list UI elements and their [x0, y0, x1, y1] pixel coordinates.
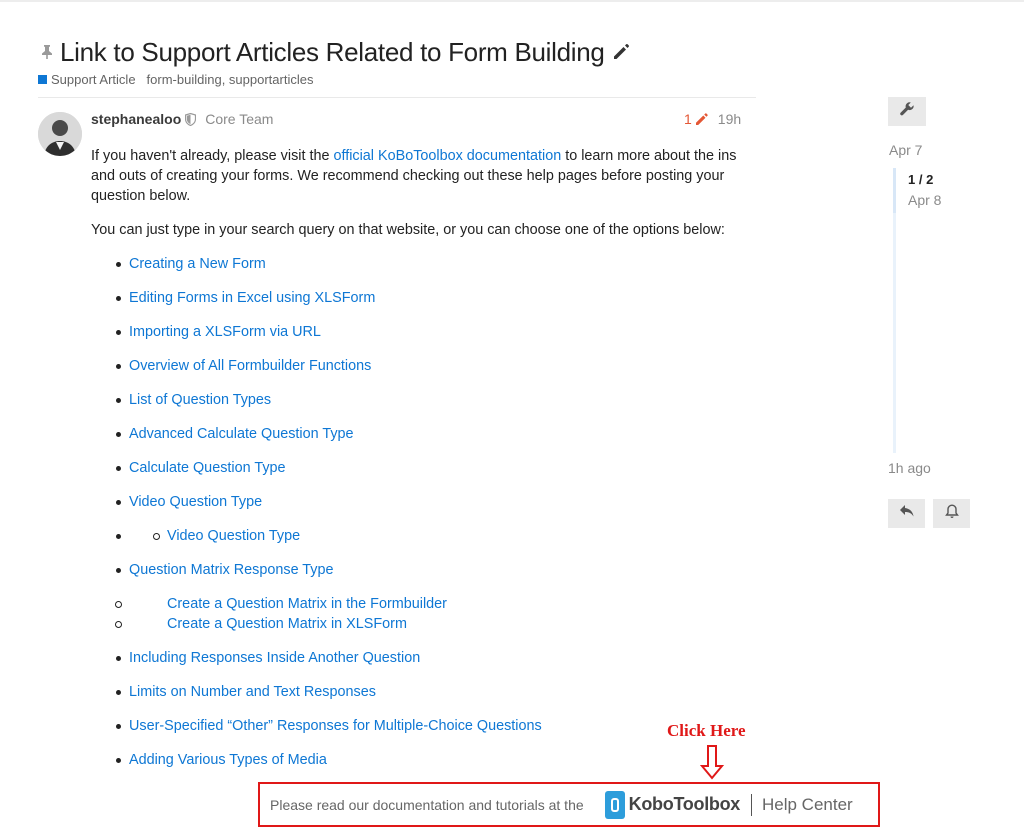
list-item: Limits on Number and Text Responses — [91, 682, 751, 702]
article-link[interactable]: Video Question Type — [129, 494, 262, 510]
list-item: Video Question Type — [129, 526, 751, 546]
edit-count[interactable]: 1 — [684, 111, 692, 127]
article-link[interactable]: Editing Forms in Excel using XLSForm — [129, 290, 375, 306]
article-link[interactable]: Calculate Question Type — [129, 460, 286, 476]
notifications-button[interactable] — [933, 499, 970, 528]
help-center-banner[interactable]: Please read our documentation and tutori… — [258, 782, 880, 827]
kobotoolbox-logo[interactable]: KoboToolbox Help Center — [604, 790, 853, 819]
matrix-sub-list: Create a Question Matrix in the Formbuil… — [91, 594, 751, 634]
list-item: Including Responses Inside Another Quest… — [91, 648, 751, 668]
list-item: Editing Forms in Excel using XLSForm — [91, 288, 751, 308]
top-divider — [0, 0, 1024, 2]
bell-icon — [944, 503, 959, 524]
article-link[interactable]: Creating a New Form — [129, 256, 266, 272]
list-item: Create a Question Matrix in the Formbuil… — [91, 594, 751, 614]
list-item: Create a Question Matrix in XLSForm — [91, 614, 751, 634]
list-item: Adding Various Types of Media — [91, 750, 751, 770]
timeline-current-date: Apr 8 — [908, 192, 942, 208]
intro-text-before: If you haven't already, please visit the — [91, 148, 334, 164]
topic-header: Link to Support Articles Related to Form… — [38, 36, 758, 88]
title-row: Link to Support Articles Related to Form… — [38, 36, 758, 68]
username-link[interactable]: stephanealoo — [91, 111, 181, 127]
article-link[interactable]: Advanced Calculate Question Type — [129, 426, 354, 442]
intro-paragraph: If you haven't already, please visit the… — [91, 146, 751, 206]
list-item: Calculate Question Type — [91, 458, 751, 478]
wrench-icon — [899, 101, 915, 122]
post-age[interactable]: 19h — [718, 111, 741, 127]
documentation-link[interactable]: official KoBoToolbox documentation — [333, 148, 561, 164]
topic-meta: Support Article form-building, supportar… — [38, 70, 758, 88]
article-links-list: Creating a New Form Editing Forms in Exc… — [91, 254, 751, 770]
timeline-start-date[interactable]: Apr 7 — [889, 142, 922, 158]
list-item: Advanced Calculate Question Type — [91, 424, 751, 444]
timeline-end-date[interactable]: 1h ago — [888, 460, 931, 476]
edit-title-icon[interactable] — [611, 41, 633, 63]
topic-title[interactable]: Link to Support Articles Related to Form… — [60, 37, 605, 68]
down-arrow-icon — [700, 745, 724, 780]
timeline-position: 1 / 2 — [908, 172, 934, 187]
article-link[interactable]: Limits on Number and Text Responses — [129, 684, 376, 700]
article-link[interactable]: Adding Various Types of Media — [129, 752, 327, 768]
list-item: Video Question Type — [91, 492, 751, 512]
logo-separator — [751, 793, 752, 816]
help-center-label: Help Center — [762, 794, 853, 814]
article-link[interactable]: User-Specified “Other” Responses for Mul… — [129, 718, 542, 734]
reply-button[interactable] — [888, 499, 925, 528]
list-item: Video Question Type — [91, 526, 751, 546]
header-divider — [38, 97, 756, 98]
timeline-scroller-handle[interactable] — [893, 168, 896, 213]
list-item: List of Question Types — [91, 390, 751, 410]
pin-icon[interactable] — [38, 43, 56, 61]
article-link[interactable]: Create a Question Matrix in the Formbuil… — [167, 596, 447, 612]
user-title: Core Team — [205, 111, 274, 127]
article-link[interactable]: Create a Question Matrix in XLSForm — [167, 616, 407, 632]
article-link[interactable]: Overview of All Formbuilder Functions — [129, 358, 371, 374]
post-info: 1 19h — [684, 110, 741, 128]
moderator-shield-icon — [185, 112, 197, 126]
edit-history-pencil-icon[interactable] — [694, 111, 710, 127]
article-link[interactable]: Importing a XLSForm via URL — [129, 324, 321, 340]
category-swatch — [38, 74, 47, 84]
category-link[interactable]: Support Article — [51, 72, 136, 87]
banner-text: Please read our documentation and tutori… — [270, 796, 584, 813]
list-item: Question Matrix Response Type Create a Q… — [91, 560, 751, 634]
list-item: Creating a New Form — [91, 254, 751, 274]
brand-name: KoboToolbox — [628, 794, 741, 814]
article-link[interactable]: Video Question Type — [167, 528, 300, 544]
article-link[interactable]: Question Matrix Response Type — [129, 562, 334, 578]
kobotoolbox-logo-icon — [604, 790, 625, 819]
list-item: Importing a XLSForm via URL — [91, 322, 751, 342]
avatar[interactable] — [38, 112, 82, 156]
reply-icon — [899, 504, 915, 523]
article-link[interactable]: List of Question Types — [129, 392, 271, 408]
options-paragraph: You can just type in your search query o… — [91, 222, 725, 238]
article-link[interactable]: Including Responses Inside Another Quest… — [129, 650, 420, 666]
nested-list: Video Question Type — [129, 526, 751, 546]
admin-wrench-button[interactable] — [888, 97, 926, 126]
post-author: stephanealoo Core Team — [91, 110, 273, 128]
post-body: If you haven't already, please visit the… — [91, 146, 751, 784]
tags-list[interactable]: form-building, supportarticles — [147, 72, 314, 87]
list-item: User-Specified “Other” Responses for Mul… — [91, 716, 751, 736]
click-here-annotation: Click Here — [667, 721, 746, 740]
list-item: Overview of All Formbuilder Functions — [91, 356, 751, 376]
